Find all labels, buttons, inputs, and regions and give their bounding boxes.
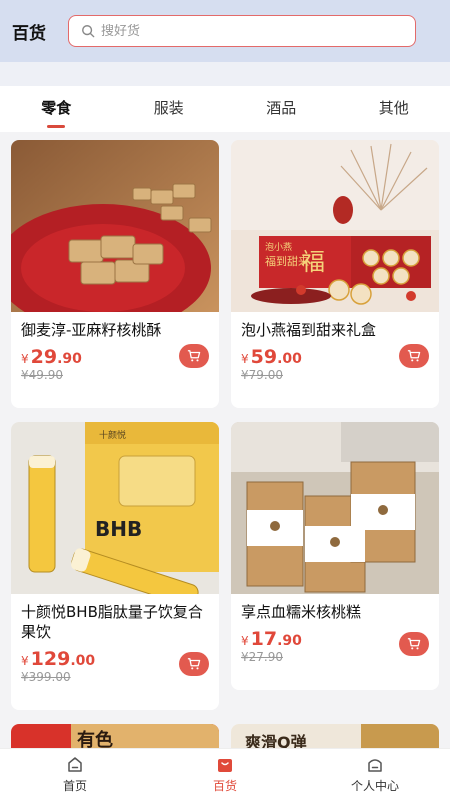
product-card[interactable]: 享点血糯米核桃糕 ¥17.90 ¥27.90 [231,422,439,690]
user-icon [368,759,382,772]
home-icon [68,757,82,772]
nav-label: 百货 [212,779,237,793]
add-to-cart-button[interactable] [179,652,209,676]
nav-label: 首页 [62,779,87,793]
product-card[interactable]: 有色 [11,724,219,748]
cart-icon [187,658,201,670]
product-image [11,140,219,312]
product-image [231,422,439,594]
current-price: ¥59.00 [241,346,302,368]
svg-text:爽滑Q弹: 爽滑Q弹 [245,733,307,748]
search-icon [82,25,95,38]
nav-home[interactable]: 首页 [15,755,135,794]
page-title: 百货 [12,23,46,44]
product-image: 福 泡小燕 福到甜来 [231,140,439,312]
product-title: 享点血糯米核桃糕 [241,603,362,621]
product-title: 御麦淳-亚麻籽核桃酥 [21,321,162,339]
header-spacer [0,62,450,86]
current-price: ¥129.00 [21,648,96,670]
current-price: ¥17.90 [241,628,302,650]
price-row: ¥17.90 [231,622,439,656]
svg-text:泡小燕: 泡小燕 [265,241,292,253]
product-card[interactable]: 福 泡小燕 福到甜来 泡小燕福到甜来礼盒 ¥59.00 ¥79.00 [231,140,439,408]
svg-text:福到甜来: 福到甜来 [265,254,309,268]
nav-profile[interactable]: 个人中心 [315,755,435,794]
cart-icon [187,350,201,362]
original-price: ¥79.00 [241,368,283,382]
product-title: 泡小燕福到甜来礼盒 [241,321,377,339]
svg-text:十颜悦: 十颜悦 [99,429,126,441]
nav-department-store[interactable]: 百货 [165,755,285,794]
product-grid: 御麦淳-亚麻籽核桃酥 ¥29.90 ¥49.90 福 泡小燕 福到甜来 泡小燕福… [0,132,450,748]
tab-label: 服装 [153,99,184,117]
current-price: ¥29.90 [21,346,82,368]
bottom-nav: 首页 百货 个人中心 [0,748,450,800]
product-card[interactable]: 爽滑Q弹 [231,724,439,748]
svg-text:BHB: BHB [95,517,142,541]
product-image: 有色 [11,724,219,748]
tab-label: 其他 [378,99,409,117]
price-row: ¥129.00 [11,642,219,676]
search-input[interactable] [101,23,391,39]
search-box[interactable] [68,15,416,47]
tab-label: 零食 [41,99,72,117]
add-to-cart-button[interactable] [179,344,209,368]
svg-text:有色: 有色 [77,729,113,748]
nav-label: 个人中心 [350,779,399,793]
cart-icon [407,638,421,650]
price-row: ¥29.90 [11,340,219,368]
tab-clothing[interactable]: 服装 [129,86,209,132]
price-row: ¥59.00 [231,340,439,368]
tab-other[interactable]: 其他 [354,86,434,132]
add-to-cart-button[interactable] [399,632,429,656]
product-image: 爽滑Q弹 [231,724,439,748]
top-header: 百货 [0,0,450,62]
category-tabs: 零食 服装 酒品 其他 [0,86,450,132]
product-image: 十颜悦 BHB [11,422,219,594]
add-to-cart-button[interactable] [399,344,429,368]
cart-icon [407,350,421,362]
tab-snacks[interactable]: 零食 [16,86,96,132]
shopping-bag-icon [218,759,232,772]
tab-label: 酒品 [266,99,297,117]
product-title: 十颜悦BHB脂肽量子饮复合果饮 [21,603,203,641]
product-card[interactable]: 御麦淳-亚麻籽核桃酥 ¥29.90 ¥49.90 [11,140,219,408]
product-card[interactable]: 十颜悦 BHB 十颜悦BHB脂肽量子饮复合果饮 ¥129.00 ¥399.00 [11,422,219,710]
tab-liquor[interactable]: 酒品 [241,86,321,132]
original-price: ¥49.90 [21,368,63,382]
active-tab-indicator [47,125,66,128]
